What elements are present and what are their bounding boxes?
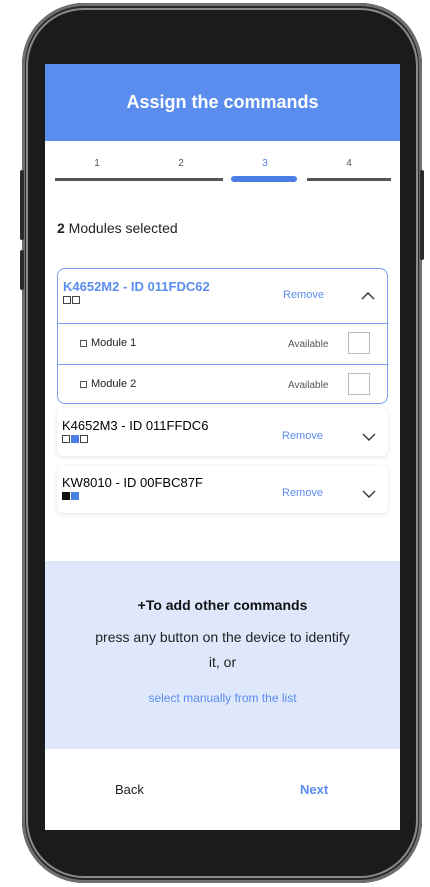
submodule-checkbox[interactable] [348, 373, 370, 395]
step-number: 1 [94, 158, 100, 169]
back-button[interactable]: Back [115, 782, 144, 797]
module-card-kw8010[interactable]: KW8010 - ID 00FBC87F Remove [57, 465, 388, 513]
channel-assigned-icon [71, 492, 79, 500]
remove-button[interactable]: Remove [283, 289, 324, 301]
channel-occupied-icon [62, 492, 70, 500]
header-bar: Assign the commands [45, 64, 400, 141]
modules-selected-count: 2 [57, 220, 65, 236]
module-square-icon [80, 380, 87, 388]
submodule-label: Module 1 [80, 337, 136, 349]
step-line [307, 178, 391, 181]
submodule-row: Module 1 Available [58, 323, 387, 364]
step-line-active [231, 176, 297, 182]
channel-empty-icon [72, 296, 80, 304]
submodule-label: Module 2 [80, 378, 136, 390]
submodule-row: Module 2 Available [58, 364, 387, 405]
next-button[interactable]: Next [300, 782, 328, 797]
volume-button [20, 170, 24, 240]
power-button [420, 170, 424, 260]
module-channel-icons [63, 296, 80, 304]
app-screen: Assign the commands 1 2 3 4 2 Modules se… [45, 64, 400, 830]
modules-selected-label: Modules selected [64, 220, 178, 236]
submodule-checkbox[interactable] [348, 332, 370, 354]
channel-assigned-icon [71, 435, 79, 443]
chevron-down-icon[interactable] [362, 432, 376, 442]
module-square-icon [80, 339, 87, 347]
submodule-name: Module 2 [91, 378, 137, 390]
module-card-header[interactable]: K4652M2 - ID 011FDC62 Remove [58, 269, 387, 319]
add-commands-instruction: it, or [208, 654, 237, 670]
chevron-down-icon[interactable] [362, 489, 376, 499]
step-3[interactable]: 3 [223, 158, 307, 182]
chevron-up-icon[interactable] [361, 291, 375, 301]
module-title: K4652M3 - ID 011FFDC6 [62, 418, 209, 433]
step-2[interactable]: 2 [139, 158, 223, 181]
remove-button[interactable]: Remove [282, 487, 323, 499]
select-manually-link[interactable]: select manually from the list [45, 691, 400, 705]
add-commands-title: +To add other commands [137, 597, 308, 613]
volume-button [20, 250, 24, 290]
step-number: 4 [346, 158, 352, 169]
step-1[interactable]: 1 [55, 158, 139, 181]
step-number: 2 [178, 158, 184, 169]
module-card-k4652m2[interactable]: K4652M2 - ID 011FDC62 Remove Module 1 Av… [57, 268, 388, 404]
page-title: Assign the commands [126, 92, 319, 112]
step-number: 3 [262, 158, 268, 169]
modules-selected-text: 2 Modules selected [57, 220, 178, 236]
module-card-k4652m3[interactable]: K4652M3 - ID 011FFDC6 Remove [57, 408, 388, 456]
step-line [139, 178, 223, 181]
channel-empty-icon [63, 296, 71, 304]
add-commands-instruction: press any button on the device to identi… [95, 629, 350, 645]
module-channel-icons [62, 435, 88, 443]
submodule-name: Module 1 [91, 337, 137, 349]
step-line [55, 178, 139, 181]
add-commands-panel: +To add other commands press any button … [45, 561, 400, 749]
step-4[interactable]: 4 [307, 158, 391, 181]
progress-stepper: 1 2 3 4 [55, 158, 391, 188]
remove-button[interactable]: Remove [282, 430, 323, 442]
module-channel-icons [62, 492, 79, 500]
module-title: KW8010 - ID 00FBC87F [62, 475, 203, 490]
availability-status: Available [288, 380, 329, 391]
availability-status: Available [288, 339, 329, 350]
channel-empty-icon [80, 435, 88, 443]
module-title: K4652M2 - ID 011FDC62 [63, 279, 210, 294]
channel-empty-icon [62, 435, 70, 443]
